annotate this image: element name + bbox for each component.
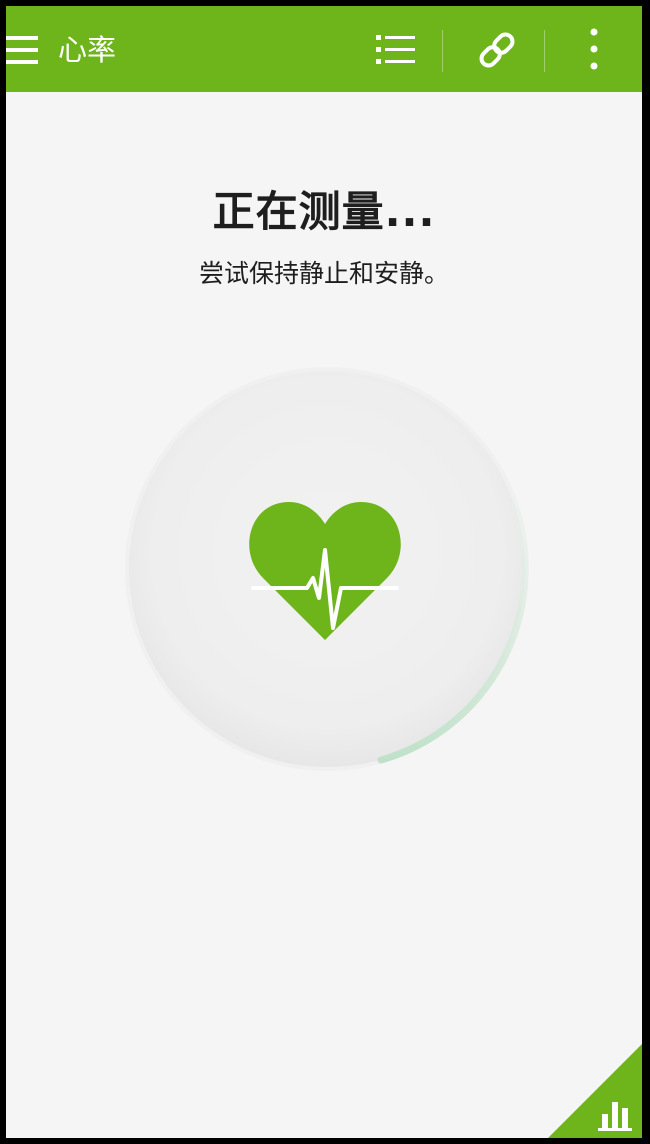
navigation-menu-button[interactable]	[6, 28, 46, 72]
toolbar-divider	[442, 30, 443, 72]
list-button[interactable]	[358, 24, 430, 76]
list-icon	[376, 35, 415, 64]
heart-rate-screen: 心率 正在测量... 尝试保持静止和安静。	[6, 6, 642, 1138]
heart-rate-measure-button[interactable]	[245, 494, 405, 642]
link-icon	[479, 32, 515, 68]
bar-chart-icon	[548, 1044, 642, 1138]
app-title: 心率	[58, 33, 117, 67]
more-options-button[interactable]	[562, 24, 626, 76]
toolbar-divider	[544, 30, 545, 72]
history-chart-button[interactable]	[548, 1044, 642, 1138]
app-bar: 心率	[6, 6, 642, 92]
link-button[interactable]	[454, 24, 540, 76]
measuring-instruction: 尝试保持静止和安静。	[198, 259, 449, 288]
hamburger-menu-icon	[6, 36, 38, 64]
heart-pulse-icon	[249, 502, 401, 640]
more-vert-icon	[590, 28, 598, 70]
measuring-status-title: 正在测量...	[212, 187, 436, 236]
